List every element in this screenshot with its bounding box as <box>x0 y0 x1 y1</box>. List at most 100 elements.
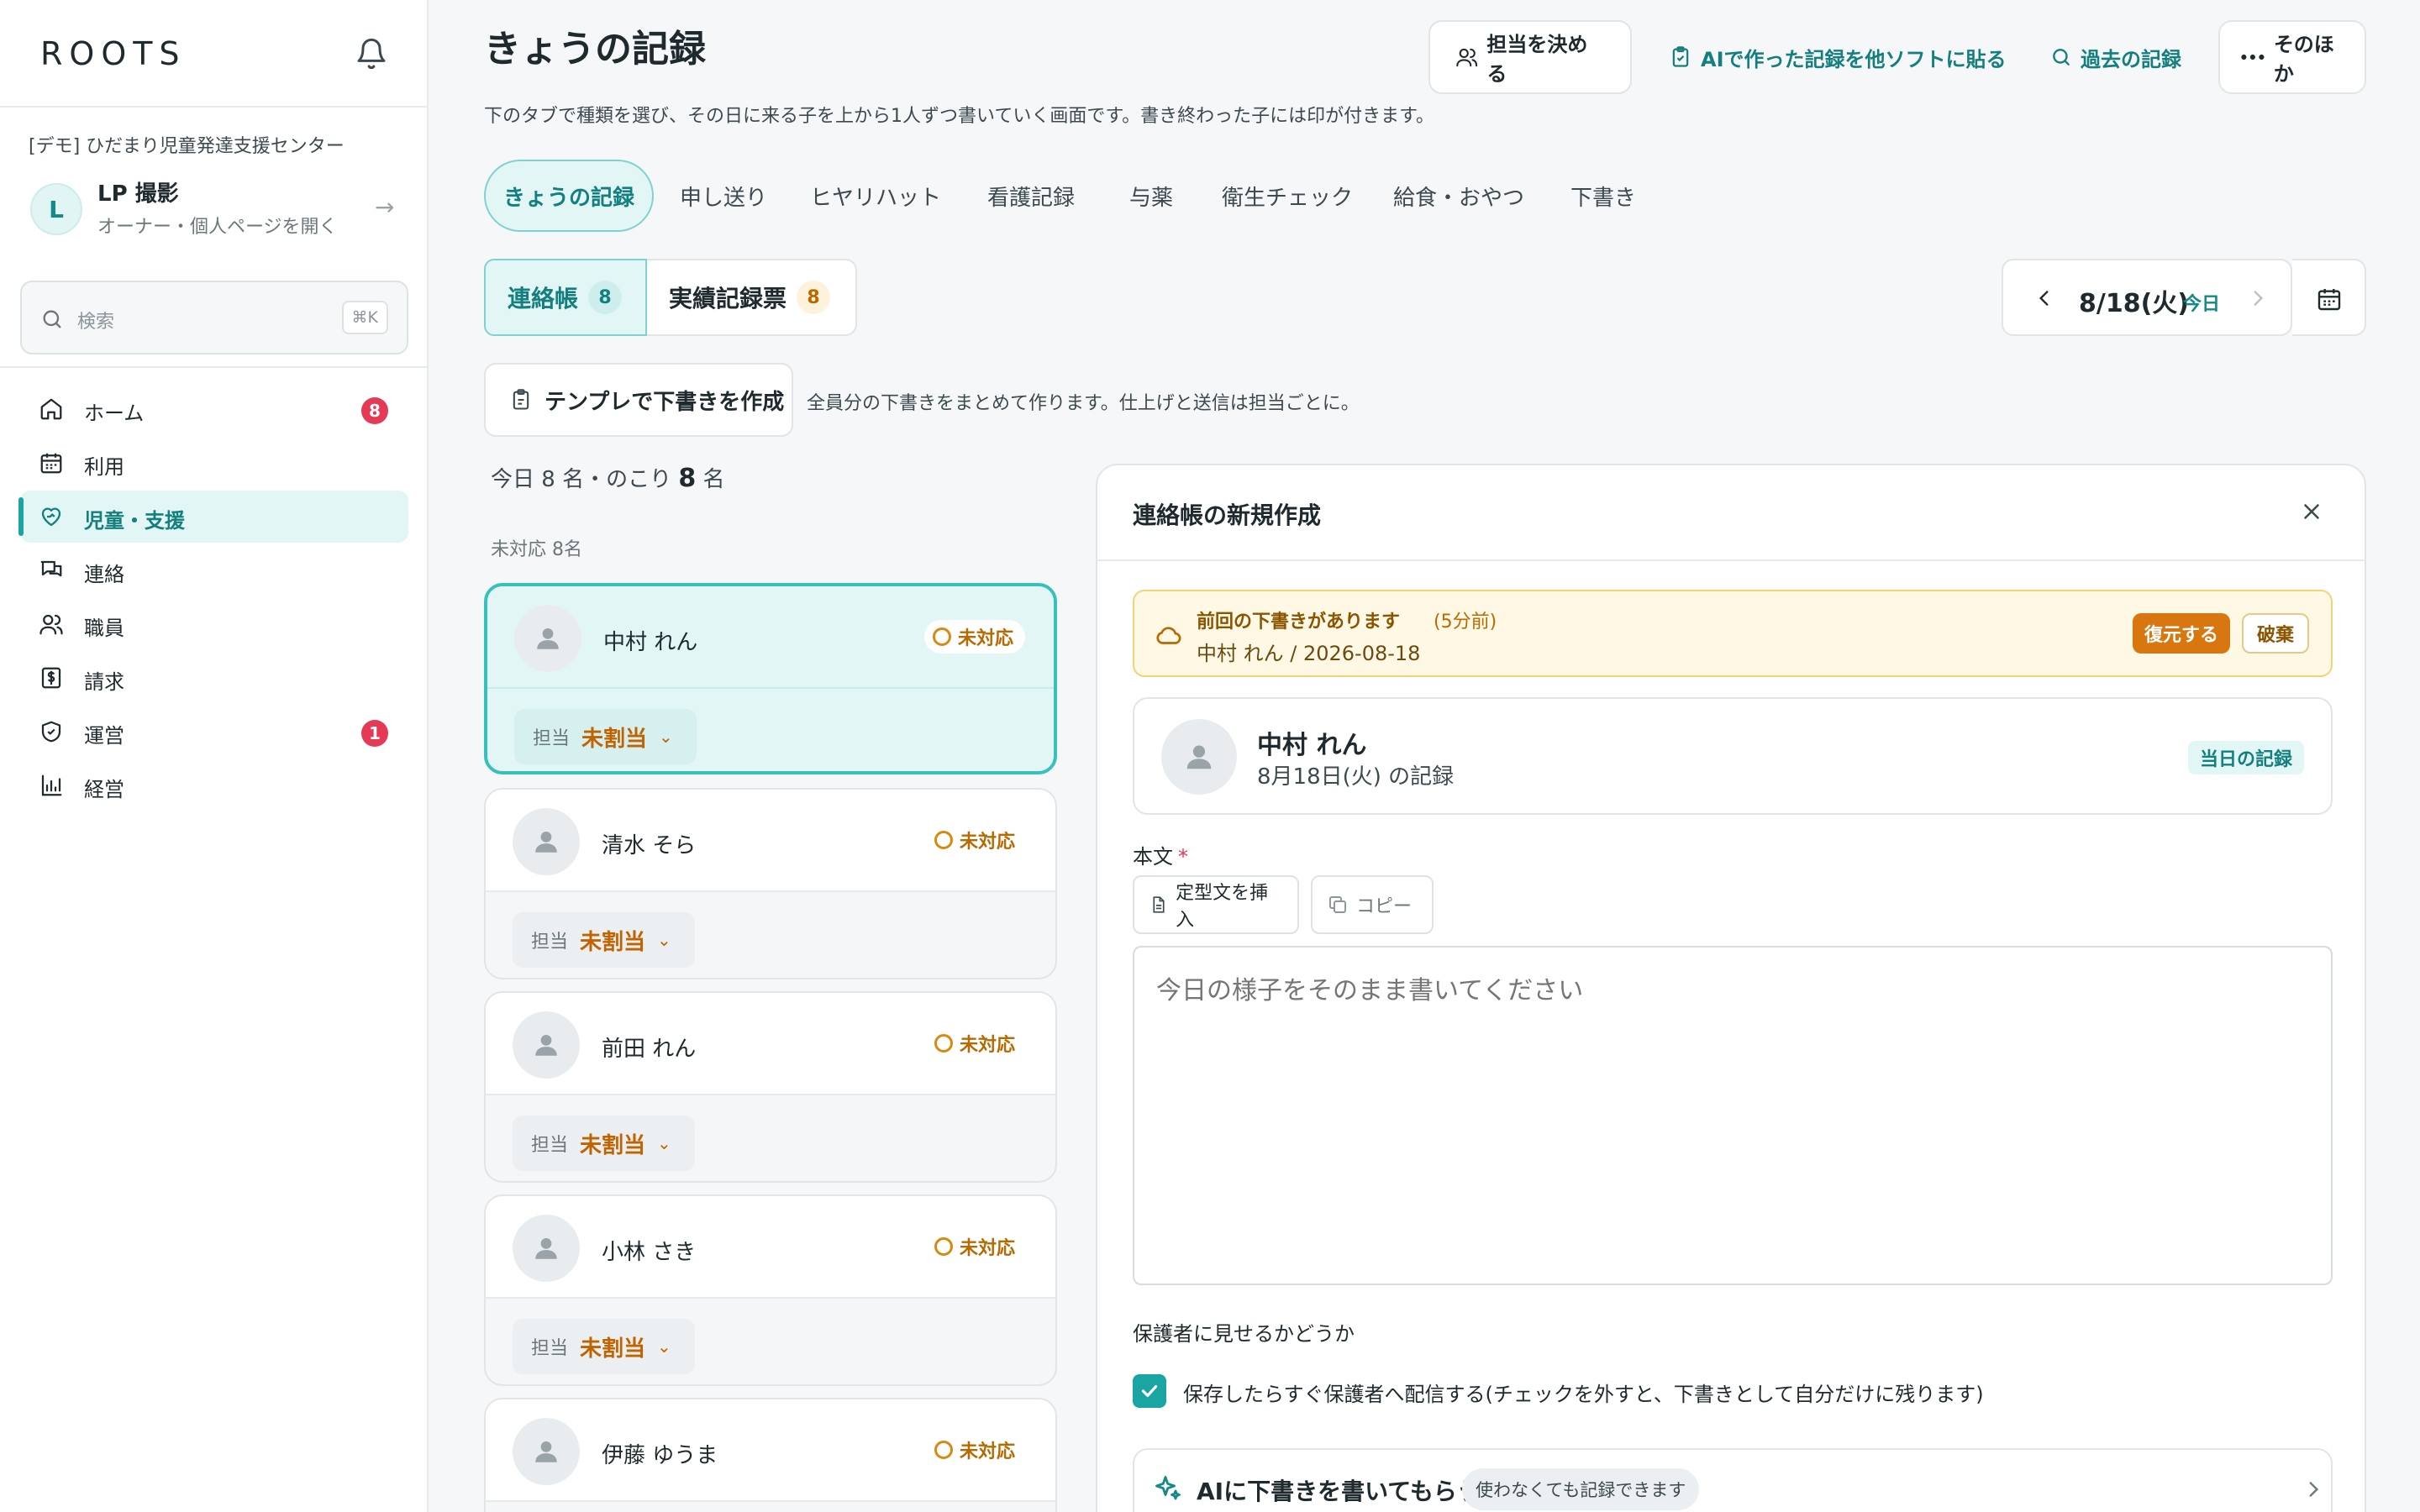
app-logo[interactable]: ROOTS <box>40 35 187 72</box>
copy-label: コピー <box>1356 896 1413 917</box>
child-card-header[interactable]: 中村 れん 未対応 <box>487 586 1054 689</box>
avatar <box>513 1011 580 1079</box>
bell-icon[interactable] <box>355 37 388 71</box>
selected-child-info: 中村 れん 8月18日(火) の記録 当日の記録 <box>1133 697 2333 815</box>
paste-ai-record-button[interactable]: AIで作った記録を他ソフトに貼る <box>1669 20 2007 94</box>
child-card[interactable]: 小林 さき 未対応 担当 未割当 ⌄ <box>484 1194 1057 1386</box>
user-avatar[interactable]: L <box>30 183 82 235</box>
sidebar-item-label: 職員 <box>84 617 124 640</box>
search-input[interactable]: 検索 <box>77 307 114 333</box>
status-text: 未対応 <box>959 832 1015 853</box>
search-shortcut: ⌘K <box>341 301 388 334</box>
insert-template-text-button[interactable]: 定型文を挿入 <box>1133 875 1299 934</box>
chevron-right-icon[interactable] <box>2247 287 2269 309</box>
check-icon <box>1141 1384 1158 1398</box>
insert-template-text-label: 定型文を挿入 <box>1176 883 1269 931</box>
calendar-button[interactable] <box>2292 259 2366 336</box>
search-box[interactable]: 検索 ⌘K <box>20 281 408 354</box>
sidebar-item-staff[interactable]: 職員 <box>20 598 408 650</box>
child-name: 清水 そら <box>602 833 697 858</box>
child-card-header[interactable]: 清水 そら 未対応 <box>486 790 1055 892</box>
status-text: 未対応 <box>959 1035 1015 1056</box>
tab-hygiene-check[interactable]: 衛生チェック <box>1213 160 1361 232</box>
today-label[interactable]: 今日 <box>2183 289 2220 316</box>
document-icon <box>1153 896 1165 913</box>
sidebar-item-home[interactable]: ホーム 8 <box>20 383 408 435</box>
divider <box>0 106 429 108</box>
tab-nursing[interactable]: 看護記録 <box>970 160 1092 232</box>
sidebar-item-billing[interactable]: 請求 <box>20 652 408 704</box>
assign-label: 担当 <box>531 1135 569 1156</box>
subtab-performance-record[interactable]: 実績記録票 8 <box>669 260 831 334</box>
child-card-header[interactable]: 小林 さき 未対応 <box>486 1196 1055 1299</box>
create-template-drafts-button[interactable]: テンプレで下書きを作成 <box>484 363 793 437</box>
chevron-left-icon[interactable] <box>2033 287 2055 309</box>
panel-title: 連絡帳の新規作成 <box>1133 501 1322 529</box>
users-icon <box>1456 48 1478 67</box>
tab-medication[interactable]: 与薬 <box>1109 160 1193 232</box>
copy-button[interactable]: コピー <box>1311 875 1434 934</box>
checkbox-label[interactable]: 保存したらすぐ保護者へ配信する(チェックを外すと、下書きとして自分だけに残ります… <box>1183 1378 1984 1407</box>
close-icon[interactable] <box>2299 499 2324 524</box>
sidebar-item-contact[interactable]: 連絡 <box>20 544 408 596</box>
draft-time: (5分前) <box>1434 612 1497 633</box>
past-records-label: 過去の記録 <box>2081 47 2181 71</box>
tab-handover[interactable]: 申し送り <box>664 160 783 232</box>
chevron-right-icon <box>2302 1478 2324 1500</box>
group-label: 未対応 8名 <box>491 539 582 560</box>
tab-drafts[interactable]: 下書き <box>1561 160 1645 232</box>
sidebar-item-usage[interactable]: 利用 <box>20 437 408 489</box>
restore-button[interactable]: 復元する <box>2133 613 2230 654</box>
sidebar-item-management[interactable]: 経営 <box>20 759 408 811</box>
tab-meals-snacks[interactable]: 給食・おやつ <box>1385 160 1533 232</box>
search-icon <box>40 307 64 331</box>
sidebar-item-operations[interactable]: 運営 1 <box>20 706 408 758</box>
body-field-label: 本文 * <box>1133 840 1188 869</box>
child-card-header[interactable]: 伊藤 ゆうま 未対応 <box>486 1399 1055 1502</box>
count-suffix: 名 <box>702 467 725 492</box>
status-badge: 未対応 <box>925 823 1027 857</box>
assign-value: 未割当 <box>580 929 646 955</box>
assign-staff-button[interactable]: 担当を決める <box>1428 20 1632 94</box>
notification-badge: 8 <box>361 397 388 424</box>
user-name[interactable]: LP 撮影 <box>97 176 179 207</box>
page-description: 下のタブで種類を選び、その日に来る子を上から1人ずつ書いていく画面です。書き終わ… <box>484 106 1434 127</box>
child-card[interactable]: 伊藤 ゆうま 未対応 <box>484 1398 1057 1512</box>
divider <box>1097 559 2365 561</box>
child-card[interactable]: 清水 そら 未対応 担当 未割当 ⌄ <box>484 788 1057 979</box>
child-card-header[interactable]: 前田 れん 未対応 <box>486 993 1055 1095</box>
assign-dropdown[interactable]: 担当 未割当 ⌄ <box>514 709 697 764</box>
sidebar-item-label: 経営 <box>84 778 124 801</box>
child-card[interactable]: 前田 れん 未対応 担当 未割当 ⌄ <box>484 991 1057 1183</box>
tab-today-record[interactable]: きょうの記録 <box>484 160 654 232</box>
avatar <box>513 808 580 875</box>
send-to-guardians-checkbox[interactable] <box>1133 1374 1166 1408</box>
child-name: 伊藤 ゆうま <box>602 1443 718 1468</box>
create-template-drafts-label: テンプレで下書きを作成 <box>544 389 785 415</box>
status-text: 未対応 <box>957 628 1013 649</box>
chevron-down-icon: ⌄ <box>657 1336 671 1357</box>
draft-title: 前回の下書きがあります <box>1197 612 1401 633</box>
subtab-label: 連絡帳 <box>508 285 579 312</box>
sidebar-item-children-support[interactable]: 児童・支援 <box>18 491 408 543</box>
invoice-icon <box>39 665 64 690</box>
subtab-label: 実績記録票 <box>669 285 787 312</box>
sparkle-icon <box>1153 1473 1183 1504</box>
assign-dropdown[interactable]: 担当 未割当 ⌄ <box>513 912 695 968</box>
user-subtitle[interactable]: オーナー・個人ページを開く <box>97 212 338 239</box>
more-button[interactable]: そのほか <box>2218 20 2366 94</box>
assign-dropdown[interactable]: 担当 未割当 ⌄ <box>513 1319 695 1374</box>
discard-button[interactable]: 破棄 <box>2242 613 2309 654</box>
sidebar-item-label: ホーム <box>84 402 145 425</box>
body-textarea[interactable] <box>1133 946 2333 1285</box>
past-records-button[interactable]: 過去の記録 <box>2050 20 2181 94</box>
child-card[interactable]: 中村 れん 未対応 担当 未割当 ⌄ <box>484 583 1057 774</box>
assign-dropdown[interactable]: 担当 未割当 ⌄ <box>513 1116 695 1171</box>
ai-draft-section[interactable]: AIに下書きを書いてもらう 使わなくても記録できます <box>1133 1448 2333 1512</box>
sidebar-item-label: 児童・支援 <box>84 509 185 533</box>
tab-near-miss[interactable]: ヒヤリハット <box>803 160 948 232</box>
arrow-right-icon[interactable]: → <box>375 193 394 221</box>
subtab-contact-book[interactable]: 連絡帳 8 <box>484 259 647 336</box>
org-name: [デモ] ひだまり児童発達支援センター <box>29 136 345 157</box>
cloud-icon <box>1155 622 1183 650</box>
